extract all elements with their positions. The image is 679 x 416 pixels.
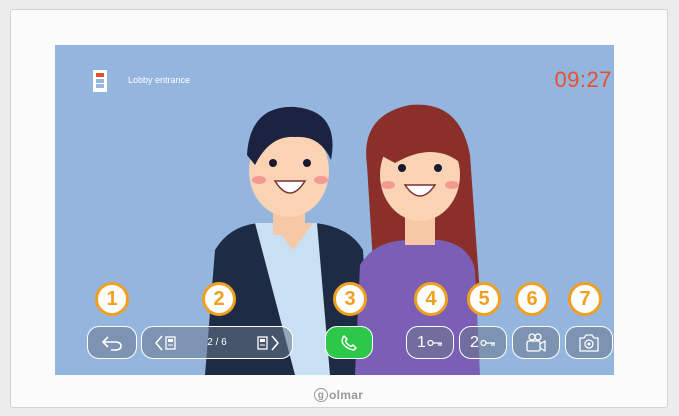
- lock-1-number: 1: [417, 333, 426, 351]
- next-camera-icon[interactable]: [254, 333, 280, 353]
- callout-6: 6: [515, 282, 549, 316]
- back-arrow-icon: [102, 335, 122, 351]
- camera-counter: 2 / 6: [207, 337, 227, 348]
- callout-1: 1: [95, 282, 129, 316]
- key-icon: [480, 339, 495, 346]
- golmar-logo: g olmar: [314, 388, 363, 402]
- entrance-panel-icon: [93, 70, 107, 92]
- camera-icon: [579, 333, 599, 352]
- phone-icon: [341, 334, 357, 351]
- back-button[interactable]: [87, 326, 137, 359]
- callout-2: 2: [202, 282, 236, 316]
- callout-5: 5: [467, 282, 501, 316]
- callout-7: 7: [568, 282, 602, 316]
- snapshot-button[interactable]: [565, 326, 613, 359]
- lock-2-number: 2: [470, 333, 479, 351]
- callout-4: 4: [414, 282, 448, 316]
- entrance-label: Lobby entrance: [128, 75, 191, 85]
- key-icon: [427, 339, 442, 346]
- callout-3: 3: [333, 282, 367, 316]
- video-screen: Lobby entrance 09:27 2 / 6 1 2 1 2 3 4 5…: [55, 45, 614, 375]
- logo-mark: g: [314, 388, 328, 402]
- open-lock-2-button[interactable]: 2: [459, 326, 507, 359]
- open-lock-1-button[interactable]: 1: [406, 326, 454, 359]
- camera-switcher[interactable]: 2 / 6: [141, 326, 293, 359]
- video-record-button[interactable]: [512, 326, 560, 359]
- previous-camera-icon[interactable]: [154, 333, 180, 353]
- video-camera-icon: [526, 332, 546, 352]
- logo-text: olmar: [329, 388, 364, 402]
- answer-call-button[interactable]: [325, 326, 373, 359]
- clock-time: 09:27: [554, 67, 612, 92]
